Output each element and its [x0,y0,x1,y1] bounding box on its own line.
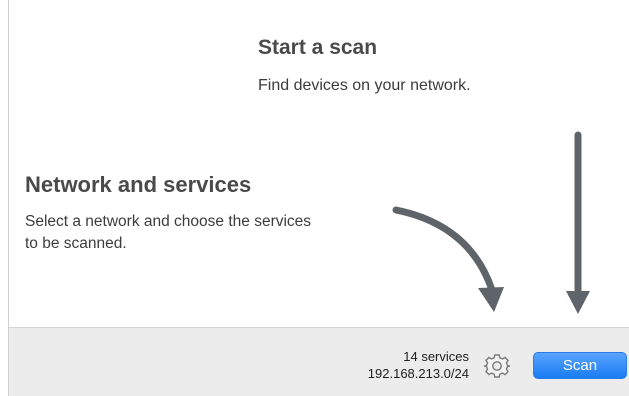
services-count-label: 14 services [403,349,469,364]
network-services-hint: Select a network and choose the services… [25,213,312,252]
curved-arrow-to-settings [392,206,504,312]
scan-button[interactable]: Scan [533,352,627,379]
gear-icon[interactable] [483,352,511,380]
network-range-label: 192.168.213.0/24 [367,366,469,381]
straight-arrow-to-scan [566,131,590,314]
scan-toolbar: 14 services 192.168.213.0/24 Scan [9,327,629,396]
network-services-heading: Network and services [25,172,252,197]
start-scan-heading: Start a scan [258,36,378,59]
scan-window: Start a scan Find devices on your networ… [0,0,629,396]
start-scan-hint: Find devices on your network. [258,77,471,94]
